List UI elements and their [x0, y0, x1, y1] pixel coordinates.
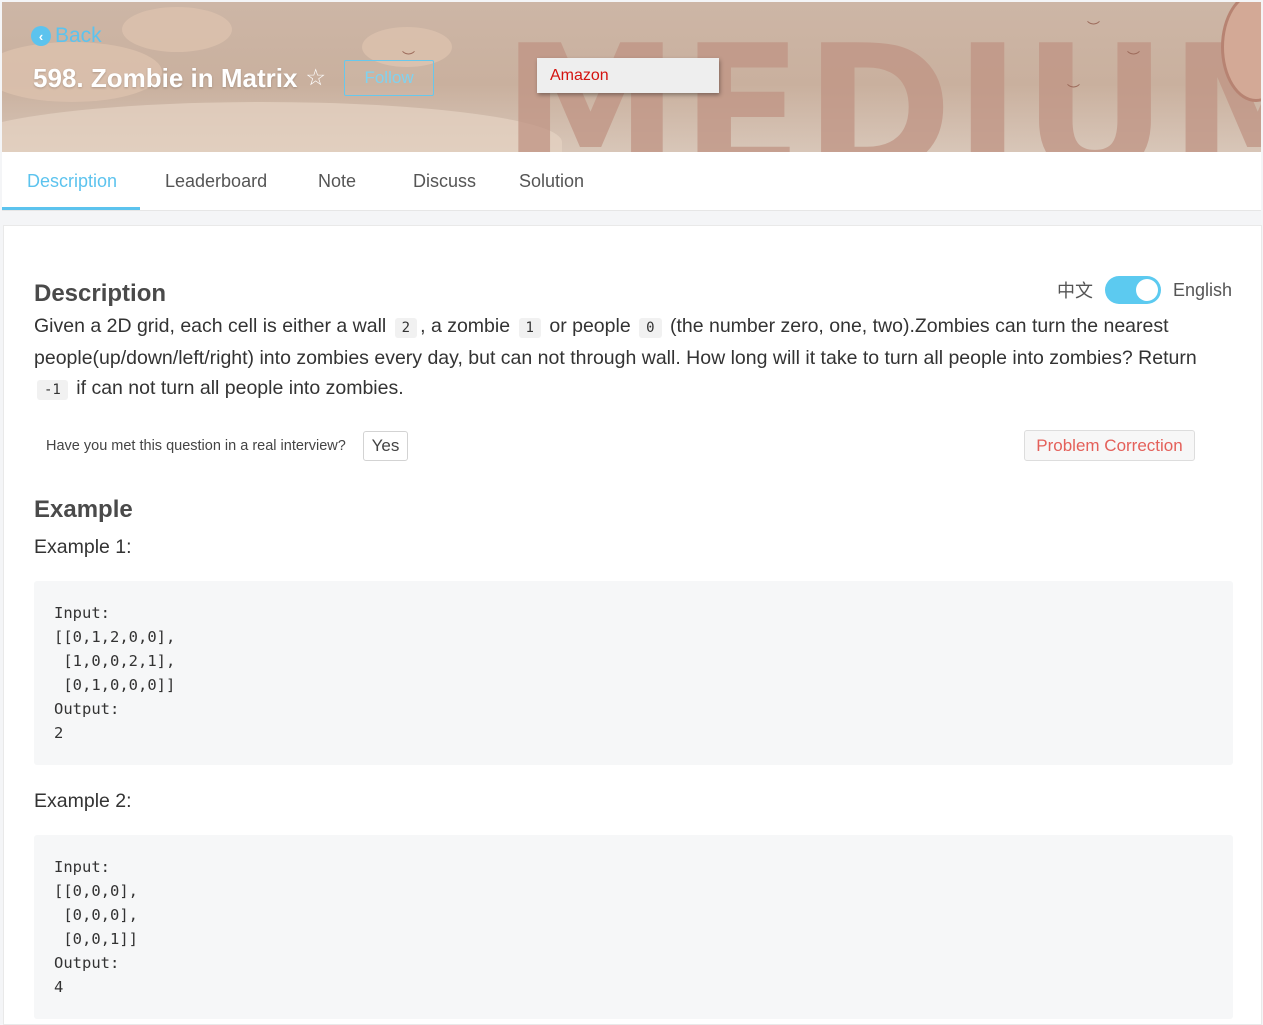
example-heading: Example: [34, 496, 133, 523]
description-heading: Description: [34, 280, 167, 307]
tab-solution[interactable]: Solution: [519, 152, 584, 211]
back-label: Back: [55, 24, 102, 47]
banner-hill: [2, 102, 562, 152]
lang-chinese-label[interactable]: 中文: [1057, 277, 1093, 303]
yes-button[interactable]: Yes: [363, 431, 408, 461]
example-code-block: Input: [[0,0,0], [0,0,0], [0,0,1]] Outpu…: [34, 835, 1233, 1019]
company-tag-tooltip: Amazon: [537, 58, 719, 93]
title-row: 598. Zombie in Matrix ☆ Follow: [33, 60, 435, 96]
tab-note[interactable]: Note: [318, 152, 356, 211]
bird-icon: ︶: [1067, 84, 1081, 99]
page-title: 598. Zombie in Matrix: [33, 62, 298, 93]
desc-part: if can not turn all people into zombies.: [70, 377, 404, 399]
lang-english-label[interactable]: English: [1173, 280, 1232, 301]
tab-discuss[interactable]: Discuss: [413, 152, 476, 211]
example-label: Example 1:: [34, 536, 132, 558]
code-negative-one: -1: [37, 380, 68, 400]
code-people: 0: [639, 318, 662, 338]
tab-leaderboard[interactable]: Leaderboard: [165, 152, 267, 211]
desc-part: Given a 2D grid, each cell is either a w…: [34, 315, 392, 337]
problem-correction-button[interactable]: Problem Correction: [1024, 430, 1195, 461]
switch-knob: [1135, 279, 1158, 301]
tab-bar: Description Leaderboard Note Discuss Sol…: [2, 152, 1261, 211]
follow-button[interactable]: Follow: [344, 60, 435, 96]
tab-description[interactable]: Description: [27, 152, 117, 211]
desc-part: or people: [543, 315, 637, 337]
interview-question: Have you met this question in a real int…: [46, 438, 346, 454]
back-arrow-icon: ‹: [31, 26, 51, 46]
back-link[interactable]: ‹ Back: [31, 24, 102, 48]
problem-content: Description 中文 English Given a 2D grid, …: [3, 225, 1262, 1025]
bird-icon: ︶: [1087, 21, 1101, 36]
banner-cloud: [122, 7, 232, 52]
code-zombie: 1: [518, 318, 541, 338]
desc-part: , a zombie: [420, 315, 516, 337]
example-code-block: Input: [[0,1,2,0,0], [1,0,0,2,1], [0,1,0…: [34, 581, 1233, 765]
language-toggle: 中文 English: [1057, 276, 1232, 304]
active-tab-indicator: [2, 207, 140, 210]
description-text: Given a 2D grid, each cell is either a w…: [34, 311, 1224, 405]
code-wall: 2: [394, 318, 418, 338]
bird-icon: ︶: [1127, 51, 1141, 66]
star-icon[interactable]: ☆: [305, 65, 326, 91]
language-switch[interactable]: [1104, 276, 1161, 304]
example-label: Example 2:: [34, 790, 132, 812]
